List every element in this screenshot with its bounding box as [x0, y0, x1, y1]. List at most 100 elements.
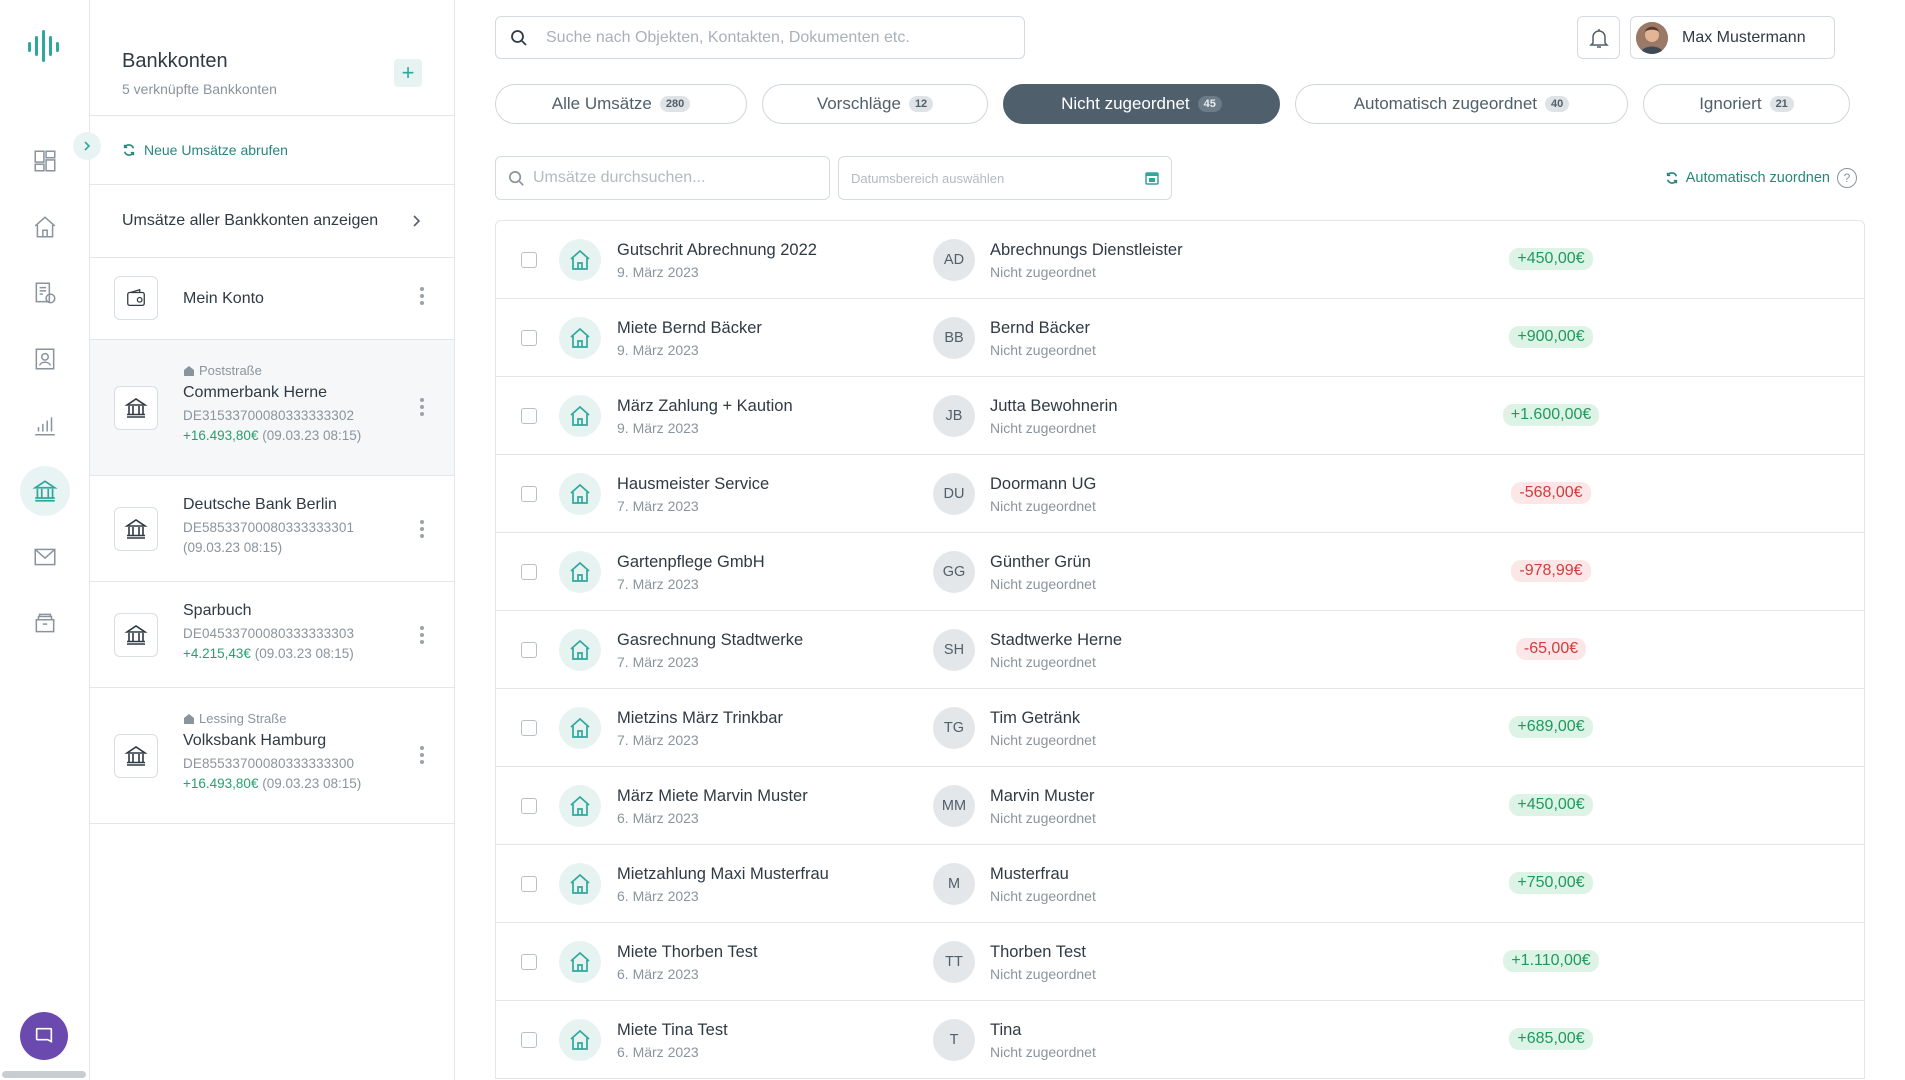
- add-account-button[interactable]: +: [394, 59, 422, 87]
- home-icon: [559, 239, 601, 281]
- table-row[interactable]: Miete Bernd Bäcker 9. März 2023 BB Bernd…: [496, 299, 1864, 377]
- transaction-date: 7. März 2023: [617, 654, 699, 670]
- table-row[interactable]: Gasrechnung Stadtwerke 7. März 2023 SH S…: [496, 611, 1864, 689]
- more-options-icon[interactable]: [420, 398, 426, 416]
- bell-icon: [1588, 28, 1609, 48]
- row-checkbox[interactable]: [521, 330, 537, 346]
- row-checkbox[interactable]: [521, 252, 537, 268]
- bank-icon[interactable]: [20, 466, 70, 516]
- tab-suggestions[interactable]: Vorschläge 12: [762, 84, 988, 124]
- amount-badge: -978,99€: [1511, 560, 1591, 582]
- account-item[interactable]: Mein Konto: [90, 258, 454, 340]
- transaction-date: 6. März 2023: [617, 966, 699, 982]
- all-accounts-link[interactable]: Umsätze aller Bankkonten anzeigen: [90, 185, 454, 258]
- tab-count-badge: 280: [659, 96, 691, 112]
- account-item[interactable]: Deutsche Bank Berlin DE58533700080333333…: [90, 476, 454, 582]
- chat-icon[interactable]: [20, 1012, 68, 1060]
- table-row[interactable]: Gutschrit Abrechnung 2022 9. März 2023 A…: [496, 221, 1864, 299]
- table-row[interactable]: Miete Thorben Test 6. März 2023 TT Thorb…: [496, 923, 1864, 1001]
- notifications-button[interactable]: [1577, 16, 1620, 59]
- contacts-icon[interactable]: [20, 334, 70, 384]
- avatar: SH: [933, 629, 975, 671]
- horizontal-scrollbar[interactable]: [2, 1071, 86, 1078]
- more-options-icon[interactable]: [420, 520, 426, 538]
- tab-count-badge: 12: [908, 96, 934, 112]
- logo-icon[interactable]: [26, 30, 64, 62]
- row-checkbox[interactable]: [521, 642, 537, 658]
- wallet-icon: [114, 276, 158, 320]
- bank-icon: [114, 386, 158, 430]
- home-icon: [559, 473, 601, 515]
- expand-sidebar-button[interactable]: [73, 132, 101, 160]
- auto-assign-button[interactable]: Automatisch zuordnen ?: [1665, 168, 1857, 188]
- transaction-title: Miete Thorben Test: [617, 943, 758, 961]
- counterparty-name: Musterfrau: [990, 865, 1069, 883]
- amount-badge: -65,00€: [1515, 638, 1587, 660]
- transaction-title: Hausmeister Service: [617, 475, 770, 493]
- more-options-icon[interactable]: [420, 746, 426, 764]
- transaction-search-input[interactable]: [533, 169, 823, 187]
- table-row[interactable]: März Zahlung + Kaution 9. März 2023 JB J…: [496, 377, 1864, 455]
- archive-icon[interactable]: [20, 598, 70, 648]
- home-icon[interactable]: [20, 202, 70, 252]
- date-range-input[interactable]: [851, 170, 1121, 186]
- tab-auto-assigned[interactable]: Automatisch zugeordnet 40: [1295, 84, 1628, 124]
- tab-unassigned[interactable]: Nicht zugeordnet 45: [1003, 84, 1280, 124]
- avatar: TG: [933, 707, 975, 749]
- account-item[interactable]: Lessing Straße Volksbank Hamburg DE85533…: [90, 688, 454, 824]
- table-row[interactable]: Miete Tina Test 6. März 2023 T Tina Nich…: [496, 1001, 1864, 1079]
- amount-badge: +450,00€: [1509, 248, 1593, 270]
- row-checkbox[interactable]: [521, 798, 537, 814]
- tab-label: Vorschläge: [816, 94, 901, 113]
- counterparty-name: Doormann UG: [990, 475, 1097, 493]
- account-balance: +4.215,43€ (09.03.23 08:15): [183, 646, 354, 661]
- transaction-list: Gutschrit Abrechnung 2022 9. März 2023 A…: [495, 220, 1865, 1079]
- row-checkbox[interactable]: [521, 954, 537, 970]
- chart-icon[interactable]: [20, 400, 70, 450]
- avatar: BB: [933, 317, 975, 359]
- row-checkbox[interactable]: [521, 720, 537, 736]
- row-checkbox[interactable]: [521, 408, 537, 424]
- account-item[interactable]: Sparbuch DE04533700080333333303 +4.215,4…: [90, 582, 454, 688]
- user-menu-button[interactable]: Max Mustermann: [1630, 16, 1835, 59]
- counterparty-name: Abrechnungs Dienstleister: [990, 241, 1183, 259]
- dashboard-icon[interactable]: [20, 136, 70, 186]
- balance-amount: +4.215,43€: [183, 646, 251, 661]
- transaction-date: 7. März 2023: [617, 732, 699, 748]
- table-row[interactable]: März Miete Marvin Muster 6. März 2023 MM…: [496, 767, 1864, 845]
- transaction-search: [495, 156, 830, 200]
- amount-badge: +450,00€: [1509, 794, 1593, 816]
- row-checkbox[interactable]: [521, 1032, 537, 1048]
- bank-icon: [114, 613, 158, 657]
- tab-label: Alle Umsätze: [551, 94, 652, 113]
- mail-icon[interactable]: [20, 532, 70, 582]
- row-checkbox[interactable]: [521, 876, 537, 892]
- table-row[interactable]: Hausmeister Service 7. März 2023 DU Door…: [496, 455, 1864, 533]
- chevron-right-icon: [84, 141, 91, 151]
- tab-label: Automatisch zugeordnet: [1353, 94, 1538, 113]
- more-options-icon[interactable]: [420, 626, 426, 644]
- row-checkbox[interactable]: [521, 564, 537, 580]
- date-range-picker[interactable]: [838, 156, 1172, 200]
- balance-time: (09.03.23 08:15): [262, 776, 362, 791]
- tab-ignored[interactable]: Ignoriert 21: [1643, 84, 1850, 124]
- counterparty-name: Tina: [990, 1021, 1022, 1039]
- more-options-icon[interactable]: [420, 287, 426, 305]
- account-name: Deutsche Bank Berlin: [183, 496, 337, 513]
- tab-label: Nicht zugeordnet: [1061, 94, 1190, 113]
- counterparty-name: Marvin Muster: [990, 787, 1095, 805]
- amount-badge: +1.600,00€: [1502, 404, 1600, 426]
- documents-icon[interactable]: [20, 268, 70, 318]
- avatar: DU: [933, 473, 975, 515]
- home-icon: [559, 707, 601, 749]
- amount-badge: +750,00€: [1509, 872, 1593, 894]
- account-item[interactable]: Poststraße Commerbank Herne DE3153370008…: [90, 340, 454, 476]
- table-row[interactable]: Mietzins März Trinkbar 7. März 2023 TG T…: [496, 689, 1864, 767]
- row-checkbox[interactable]: [521, 486, 537, 502]
- help-icon[interactable]: ?: [1837, 168, 1857, 188]
- table-row[interactable]: Gartenpflege GmbH 7. März 2023 GG Günthe…: [496, 533, 1864, 611]
- tab-all[interactable]: Alle Umsätze 280: [495, 84, 747, 124]
- table-row[interactable]: Mietzahlung Maxi Musterfrau 6. März 2023…: [496, 845, 1864, 923]
- fetch-transactions-link[interactable]: Neue Umsätze abrufen: [90, 116, 454, 185]
- global-search-input[interactable]: [546, 28, 986, 47]
